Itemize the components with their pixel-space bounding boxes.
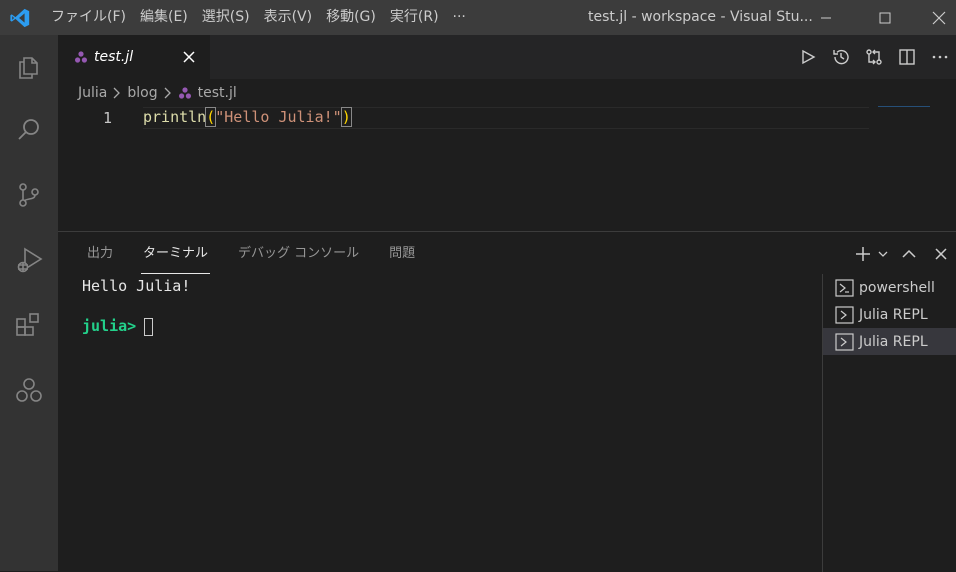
chevron-right-icon	[113, 87, 121, 99]
tab-label: test.jl	[94, 49, 134, 65]
code-editor[interactable]: 1 println("Hello Julia!")	[58, 105, 956, 231]
code-line[interactable]: println("Hello Julia!")	[143, 107, 352, 127]
code-paren: )	[340, 107, 352, 127]
terminal-list: powershell Julia REPL Julia REPL	[822, 274, 956, 572]
terminal-item-label: Julia REPL	[859, 333, 928, 350]
menu-go[interactable]: 移動(G)	[319, 0, 383, 35]
tab-problems[interactable]: 問題	[374, 232, 430, 274]
terminal-icon	[835, 332, 854, 351]
breadcrumb-item[interactable]: test.jl	[198, 85, 237, 101]
timeline-icon[interactable]	[824, 35, 857, 79]
search-icon[interactable]	[0, 105, 58, 155]
tab-test-jl[interactable]: test.jl	[58, 35, 210, 79]
julia-prompt: julia>	[82, 317, 137, 335]
terminal-item-label: Julia REPL	[859, 306, 928, 323]
maximize-button[interactable]	[862, 0, 908, 35]
code-paren: (	[205, 107, 217, 127]
title-bar: ファイル(F) 編集(E) 選択(S) 表示(V) 移動(G) 実行(R) ··…	[0, 0, 956, 35]
terminal-output[interactable]: Hello Julia! julia>	[82, 276, 822, 336]
close-panel-icon[interactable]	[926, 232, 956, 276]
breadcrumb-item[interactable]: Julia	[78, 85, 107, 101]
maximize-panel-icon[interactable]	[892, 232, 926, 276]
compare-changes-icon[interactable]	[857, 35, 890, 79]
close-icon[interactable]	[180, 48, 198, 66]
menu-selection[interactable]: 選択(S)	[195, 0, 257, 35]
extensions-icon[interactable]	[0, 300, 58, 350]
tab-terminal[interactable]: ターミナル	[128, 232, 223, 274]
menu-edit[interactable]: 編集(E)	[133, 0, 195, 35]
minimize-button[interactable]	[803, 0, 849, 35]
code-string: "Hello Julia!"	[215, 108, 342, 126]
terminal-item-julia-repl[interactable]: Julia REPL	[823, 301, 956, 328]
panel-tabs: 出力 ターミナル デバッグ コンソール 問題	[72, 232, 430, 274]
explorer-icon[interactable]	[0, 41, 58, 91]
run-file-icon[interactable]	[791, 35, 824, 79]
tab-output[interactable]: 出力	[72, 232, 128, 274]
editor-actions	[791, 35, 956, 79]
terminal-item-julia-repl-active[interactable]: Julia REPL	[823, 328, 956, 355]
vscode-logo-icon[interactable]	[9, 7, 31, 29]
menu-view[interactable]: 表示(V)	[257, 0, 320, 35]
menu-run[interactable]: 実行(R)	[383, 0, 446, 35]
terminal-icon	[835, 305, 854, 324]
code-function: println	[143, 108, 207, 126]
source-control-icon[interactable]	[0, 170, 58, 220]
julia-file-icon	[178, 86, 192, 100]
terminal-item-powershell[interactable]: powershell	[823, 274, 956, 301]
panel-actions	[852, 232, 956, 276]
julia-explorer-icon[interactable]	[0, 365, 58, 415]
window-title: test.jl - workspace - Visual Stu...	[588, 9, 813, 25]
tab-debug-console[interactable]: デバッグ コンソール	[223, 232, 374, 274]
run-debug-icon[interactable]	[0, 235, 58, 285]
line-number: 1	[102, 109, 112, 127]
minimap-slider[interactable]	[878, 106, 930, 107]
terminal-output-line: Hello Julia!	[82, 277, 191, 295]
terminal-cursor	[144, 317, 154, 336]
new-terminal-icon[interactable]	[852, 232, 874, 276]
activity-bar	[0, 35, 58, 571]
menu-file[interactable]: ファイル(F)	[44, 0, 133, 35]
julia-file-icon	[74, 50, 88, 64]
chevron-down-icon[interactable]	[874, 232, 892, 276]
editor-tabs-bar: test.jl	[58, 35, 956, 79]
terminal-item-label: powershell	[859, 279, 935, 296]
terminal-icon	[835, 278, 854, 297]
terminal-prompt-line: julia>	[82, 316, 822, 336]
bottom-panel: 出力 ターミナル デバッグ コンソール 問題 Hello Julia! juli…	[58, 231, 956, 572]
chevron-right-icon	[164, 87, 172, 99]
breadcrumb: Julia blog test.jl	[78, 81, 237, 105]
menu-more[interactable]: ···	[446, 0, 473, 35]
breadcrumb-item[interactable]: blog	[127, 85, 157, 101]
split-editor-icon[interactable]	[890, 35, 923, 79]
menu-bar: ファイル(F) 編集(E) 選択(S) 表示(V) 移動(G) 実行(R) ··…	[44, 0, 473, 35]
more-actions-icon[interactable]	[923, 35, 956, 79]
close-window-button[interactable]	[916, 0, 956, 35]
